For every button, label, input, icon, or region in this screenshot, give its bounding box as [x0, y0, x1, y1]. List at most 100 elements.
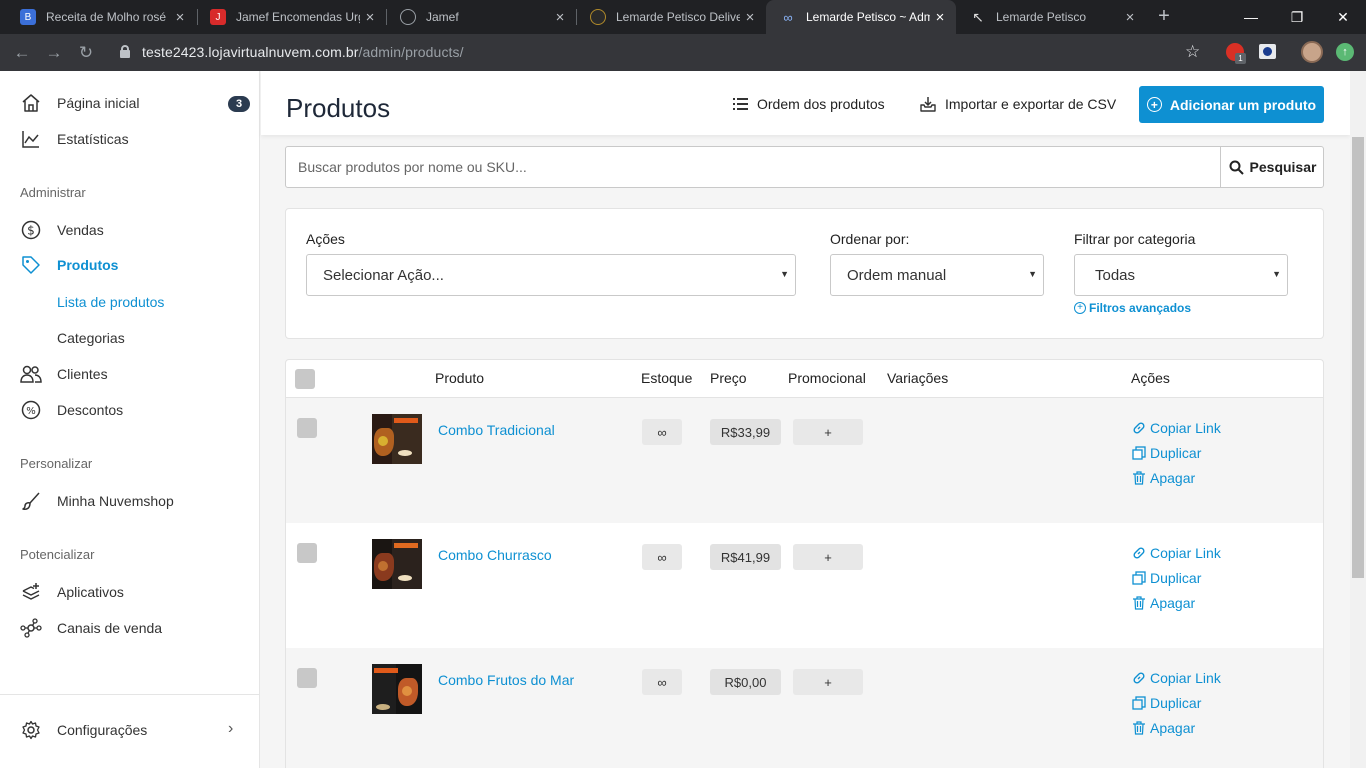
copy-link-action[interactable]: Copiar Link	[1132, 670, 1221, 686]
promo-price-field[interactable]: +	[793, 669, 863, 695]
link-label: Ordem dos produtos	[757, 96, 885, 112]
sidebar-subitem-product-list[interactable]: Lista de produtos	[57, 294, 164, 310]
action-label: Copiar Link	[1150, 420, 1221, 436]
add-product-button[interactable]: + Adicionar um produto	[1139, 86, 1324, 123]
row-checkbox[interactable]	[297, 418, 317, 438]
row-checkbox[interactable]	[297, 668, 317, 688]
sort-select[interactable]: Ordem manual ▼	[830, 254, 1044, 296]
category-select[interactable]: Todas ▼	[1074, 254, 1288, 296]
sidebar-item-my-store[interactable]: Minha Nuvemshop	[20, 489, 174, 513]
sidebar-item-sales-channels[interactable]: Canais de venda	[20, 616, 162, 640]
price-field[interactable]: R$33,99	[710, 419, 781, 445]
sidebar-item-apps[interactable]: Aplicativos	[20, 580, 124, 604]
stock-field[interactable]: ∞	[642, 544, 682, 570]
browser-tab[interactable]: ↖ Lemarde Petisco ×	[956, 0, 1146, 34]
chevron-right-icon[interactable]: ›	[228, 720, 233, 738]
action-label: Duplicar	[1150, 570, 1202, 586]
restore-window-button[interactable]: ❐	[1274, 0, 1320, 34]
close-tab-icon[interactable]: ×	[930, 9, 950, 26]
store-icon: ↖	[972, 8, 984, 25]
advanced-filters-link[interactable]: + Filtros avançados	[1074, 301, 1191, 315]
sidebar-item-sales[interactable]: $ Vendas	[20, 218, 104, 242]
sidebar-subitem-categories[interactable]: Categorias	[57, 330, 125, 346]
promo-price-field[interactable]: +	[793, 544, 863, 570]
product-order-link[interactable]: Ordem dos produtos	[733, 96, 885, 112]
nuvemshop-icon: ∞	[783, 9, 793, 25]
sidebar-item-label: Configurações	[57, 722, 148, 738]
action-label: Apagar	[1150, 595, 1196, 611]
duplicate-action[interactable]: Duplicar	[1132, 695, 1201, 711]
product-name-link[interactable]: Combo Churrasco	[438, 547, 552, 563]
browser-tab[interactable]: Lemarde Petisco Delive ×	[576, 0, 766, 34]
search-icon	[1229, 160, 1244, 175]
close-tab-icon[interactable]: ×	[360, 9, 380, 26]
duplicate-action[interactable]: Duplicar	[1132, 445, 1201, 461]
extension-icon[interactable]: 1	[1226, 43, 1246, 64]
stock-field[interactable]: ∞	[642, 419, 682, 445]
product-thumbnail[interactable]	[372, 414, 422, 464]
bulk-actions-select[interactable]: Selecionar Ação... ▼	[306, 254, 796, 296]
browser-tab-active[interactable]: ∞ Lemarde Petisco ~ Adm ×	[766, 0, 956, 34]
product-thumbnail[interactable]	[372, 539, 422, 589]
close-tab-icon[interactable]: ×	[170, 9, 190, 26]
trash-icon	[1132, 596, 1148, 610]
back-button[interactable]: ←	[10, 41, 34, 65]
import-export-link[interactable]: Importar e exportar de CSV	[920, 96, 1116, 112]
new-tab-button[interactable]: +	[1152, 5, 1176, 29]
action-label: Copiar Link	[1150, 670, 1221, 686]
product-name-link[interactable]: Combo Tradicional	[438, 422, 555, 438]
promo-price-field[interactable]: +	[793, 419, 863, 445]
stock-field[interactable]: ∞	[642, 669, 682, 695]
sidebar-item-home[interactable]: Página inicial	[20, 91, 140, 115]
extension-icon[interactable]	[1259, 44, 1276, 59]
scrollbar-thumb[interactable]	[1352, 137, 1364, 578]
link-label: Importar e exportar de CSV	[945, 96, 1117, 112]
select-all-checkbox[interactable]	[295, 369, 315, 389]
row-checkbox[interactable]	[297, 543, 317, 563]
sidebar-item-discounts[interactable]: % Descontos	[20, 398, 123, 422]
delete-action[interactable]: Apagar	[1132, 595, 1195, 611]
tag-icon	[20, 254, 42, 276]
copy-link-action[interactable]: Copiar Link	[1132, 545, 1221, 561]
lock-icon[interactable]	[120, 45, 130, 58]
profile-avatar[interactable]	[1301, 41, 1323, 63]
sidebar-item-label: Vendas	[57, 222, 104, 238]
extension-badge: 1	[1235, 53, 1246, 64]
sidebar-item-stats[interactable]: Estatísticas	[20, 127, 129, 151]
address-bar[interactable]: teste2423.lojavirtualnuvem.com.br/admin/…	[142, 44, 464, 60]
forward-button[interactable]: →	[42, 41, 66, 65]
close-tab-icon[interactable]: ×	[550, 9, 570, 26]
product-thumbnail[interactable]	[372, 664, 422, 714]
browser-tab[interactable]: J Jamef Encomendas Urg ×	[196, 0, 386, 34]
search-input[interactable]	[286, 147, 1220, 187]
search-button[interactable]: Pesquisar	[1220, 147, 1324, 187]
column-header-variations: Variações	[887, 370, 949, 386]
duplicate-action[interactable]: Duplicar	[1132, 570, 1201, 586]
sidebar-item-clients[interactable]: Clientes	[20, 362, 108, 386]
sidebar-item-label: Canais de venda	[57, 620, 163, 636]
svg-text:$: $	[27, 224, 35, 238]
sidebar-item-products[interactable]: Produtos	[20, 253, 118, 277]
price-field[interactable]: R$41,99	[710, 544, 781, 570]
close-tab-icon[interactable]: ×	[1120, 9, 1140, 26]
tab-title: Lemarde Petisco Delive	[616, 10, 740, 24]
copy-link-action[interactable]: Copiar Link	[1132, 420, 1221, 436]
close-window-button[interactable]: ✕	[1320, 0, 1366, 34]
delete-action[interactable]: Apagar	[1132, 470, 1195, 486]
sidebar-item-settings[interactable]: Configurações	[20, 718, 147, 742]
bookmark-star-icon[interactable]: ☆	[1185, 42, 1200, 62]
close-tab-icon[interactable]: ×	[740, 9, 760, 26]
select-value: Ordem manual	[847, 266, 947, 284]
link-icon	[1132, 546, 1148, 560]
svg-text:%: %	[26, 406, 36, 417]
update-icon[interactable]: ↑	[1336, 43, 1354, 61]
delete-action[interactable]: Apagar	[1132, 720, 1195, 736]
browser-tab[interactable]: B Receita de Molho rosé ×	[6, 0, 196, 34]
globe-icon	[400, 9, 416, 25]
browser-tab[interactable]: Jamef ×	[386, 0, 576, 34]
reload-button[interactable]: ↻	[74, 41, 98, 65]
minimize-window-button[interactable]: ―	[1228, 0, 1274, 34]
price-field[interactable]: R$0,00	[710, 669, 781, 695]
store-icon	[590, 9, 606, 25]
product-name-link[interactable]: Combo Frutos do Mar	[438, 672, 574, 688]
